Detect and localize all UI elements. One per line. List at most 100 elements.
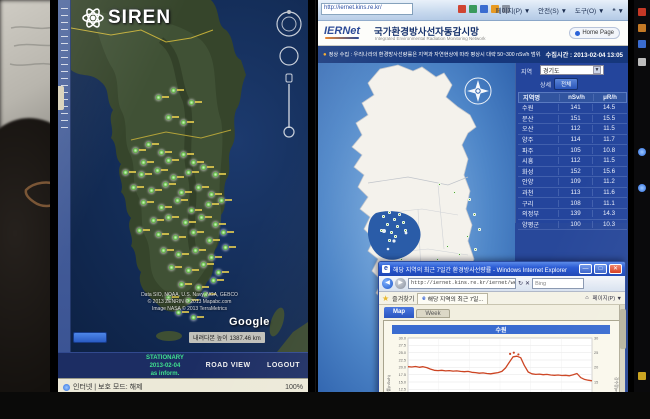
close-button[interactable]: ✕ xyxy=(609,264,622,274)
desktop-icon-ie2[interactable] xyxy=(638,184,646,192)
station-marker[interactable] xyxy=(166,215,171,220)
station-marker[interactable] xyxy=(189,100,194,105)
table-row[interactable]: 양평군10010.3 xyxy=(518,220,627,231)
station-marker[interactable] xyxy=(191,160,196,165)
station-marker[interactable] xyxy=(161,248,166,253)
station-marker[interactable] xyxy=(186,170,191,175)
station-marker[interactable] xyxy=(173,235,178,240)
favorites-star-icon[interactable]: ★ xyxy=(382,294,389,303)
station-marker[interactable] xyxy=(156,95,161,100)
station-marker[interactable] xyxy=(193,248,198,253)
region-station-dot[interactable] xyxy=(393,218,396,221)
siren-sidebar[interactable] xyxy=(58,0,71,352)
region-station-dot[interactable] xyxy=(458,253,461,256)
region-station-dot[interactable] xyxy=(388,211,391,214)
station-marker[interactable] xyxy=(149,188,154,193)
region-station-dot[interactable] xyxy=(438,183,441,186)
desktop-icon-ie[interactable] xyxy=(638,148,646,156)
browser-zoom-level[interactable]: 100% xyxy=(285,384,303,391)
station-marker[interactable] xyxy=(166,158,171,163)
region-station-dot[interactable] xyxy=(380,229,383,232)
desktop-icon-gray[interactable] xyxy=(638,58,646,66)
station-marker[interactable] xyxy=(186,268,191,273)
siren-satellite-map[interactable]: SIREN Data SIO, NOAA, U.S. Navy, NGA, GE… xyxy=(71,0,308,352)
table-row[interactable]: 화성15215.6 xyxy=(518,167,627,178)
logout-button[interactable]: LOGOUT xyxy=(267,362,300,369)
region-station-dot[interactable] xyxy=(473,213,476,216)
station-marker[interactable] xyxy=(181,120,186,125)
detail-all-button[interactable]: 전체 xyxy=(554,78,578,90)
favicon-blue[interactable] xyxy=(480,5,488,13)
station-marker[interactable] xyxy=(133,148,138,153)
station-marker[interactable] xyxy=(196,185,201,190)
station-marker[interactable] xyxy=(209,255,214,260)
station-marker[interactable] xyxy=(123,170,128,175)
desktop-icon-red[interactable] xyxy=(638,8,646,16)
table-row[interactable]: 과천11311.6 xyxy=(518,188,627,199)
station-marker[interactable] xyxy=(213,172,218,177)
address-bar-partial[interactable]: http://iernet.kins.re.kr/ xyxy=(321,3,413,15)
tab-week[interactable]: Week xyxy=(416,309,450,318)
page-menu[interactable]: 페이지(P) ▼ xyxy=(593,294,622,302)
map-download-button[interactable] xyxy=(73,332,107,343)
station-marker[interactable] xyxy=(201,262,206,267)
region-station-dot[interactable] xyxy=(466,235,469,238)
refresh-button[interactable]: ↻ xyxy=(518,280,523,287)
station-marker[interactable] xyxy=(141,200,146,205)
station-marker[interactable] xyxy=(159,205,164,210)
table-row[interactable]: 의정부13914.3 xyxy=(518,209,627,220)
forward-button[interactable]: ▶ xyxy=(395,278,406,289)
menu-help[interactable]: ❝ ▼ xyxy=(612,8,624,15)
station-marker[interactable] xyxy=(139,172,144,177)
region-station-dot[interactable] xyxy=(388,239,391,242)
station-marker[interactable] xyxy=(146,142,151,147)
favicon-red[interactable] xyxy=(458,5,466,13)
region-station-dot[interactable] xyxy=(390,231,393,234)
desktop-icon-blue[interactable] xyxy=(638,40,646,48)
region-station-dot[interactable] xyxy=(386,223,389,226)
station-marker[interactable] xyxy=(179,282,184,287)
station-marker[interactable] xyxy=(176,252,181,257)
station-marker[interactable] xyxy=(191,230,196,235)
station-marker[interactable] xyxy=(201,165,206,170)
station-marker[interactable] xyxy=(181,152,186,157)
station-marker[interactable] xyxy=(155,168,160,173)
iernet-logo[interactable]: IERNet xyxy=(324,25,360,37)
maximize-button[interactable]: □ xyxy=(594,264,607,274)
station-marker[interactable] xyxy=(221,230,226,235)
favorites-label[interactable]: 즐겨찾기 xyxy=(392,294,414,303)
station-marker[interactable] xyxy=(207,238,212,243)
station-marker[interactable] xyxy=(151,218,156,223)
station-marker[interactable] xyxy=(191,315,196,320)
region-station-dot[interactable] xyxy=(404,229,407,232)
region-station-dot[interactable] xyxy=(453,191,456,194)
home-icon[interactable]: ⌂ xyxy=(585,295,588,301)
region-station-dot[interactable] xyxy=(398,213,401,216)
station-marker[interactable] xyxy=(163,182,168,187)
station-marker[interactable] xyxy=(171,88,176,93)
table-row[interactable]: 양주11411.7 xyxy=(518,135,627,146)
station-marker[interactable] xyxy=(219,198,224,203)
station-marker[interactable] xyxy=(189,208,194,213)
region-station-dot[interactable] xyxy=(394,235,397,238)
station-marker[interactable] xyxy=(216,270,221,275)
table-row[interactable]: 시흥11211.5 xyxy=(518,156,627,167)
popup-scrollbar[interactable] xyxy=(619,305,625,400)
station-marker[interactable] xyxy=(156,232,161,237)
station-marker[interactable] xyxy=(131,185,136,190)
map-navigation-control[interactable] xyxy=(276,8,302,140)
popup-title-bar[interactable]: e 해당 지역의 최근 7일간 환경방사선량률 - Windows Intern… xyxy=(379,262,625,276)
favicon-green[interactable] xyxy=(469,5,477,13)
station-marker[interactable] xyxy=(206,202,211,207)
station-marker[interactable] xyxy=(137,228,142,233)
road-view-button[interactable]: ROAD VIEW xyxy=(206,362,251,369)
region-station-dot[interactable] xyxy=(468,198,471,201)
menu-safety[interactable]: 안전(S) ▼ xyxy=(538,8,567,15)
station-marker[interactable] xyxy=(183,220,188,225)
region-station-dot[interactable] xyxy=(478,228,481,231)
weekly-chart-popup-window[interactable]: e 해당 지역의 최근 7일간 환경방사선량률 - Windows Intern… xyxy=(378,261,626,400)
station-marker[interactable] xyxy=(171,175,176,180)
region-station-dot[interactable] xyxy=(382,215,385,218)
station-marker[interactable] xyxy=(166,115,171,120)
table-row[interactable]: 수원14114.5 xyxy=(518,103,627,114)
